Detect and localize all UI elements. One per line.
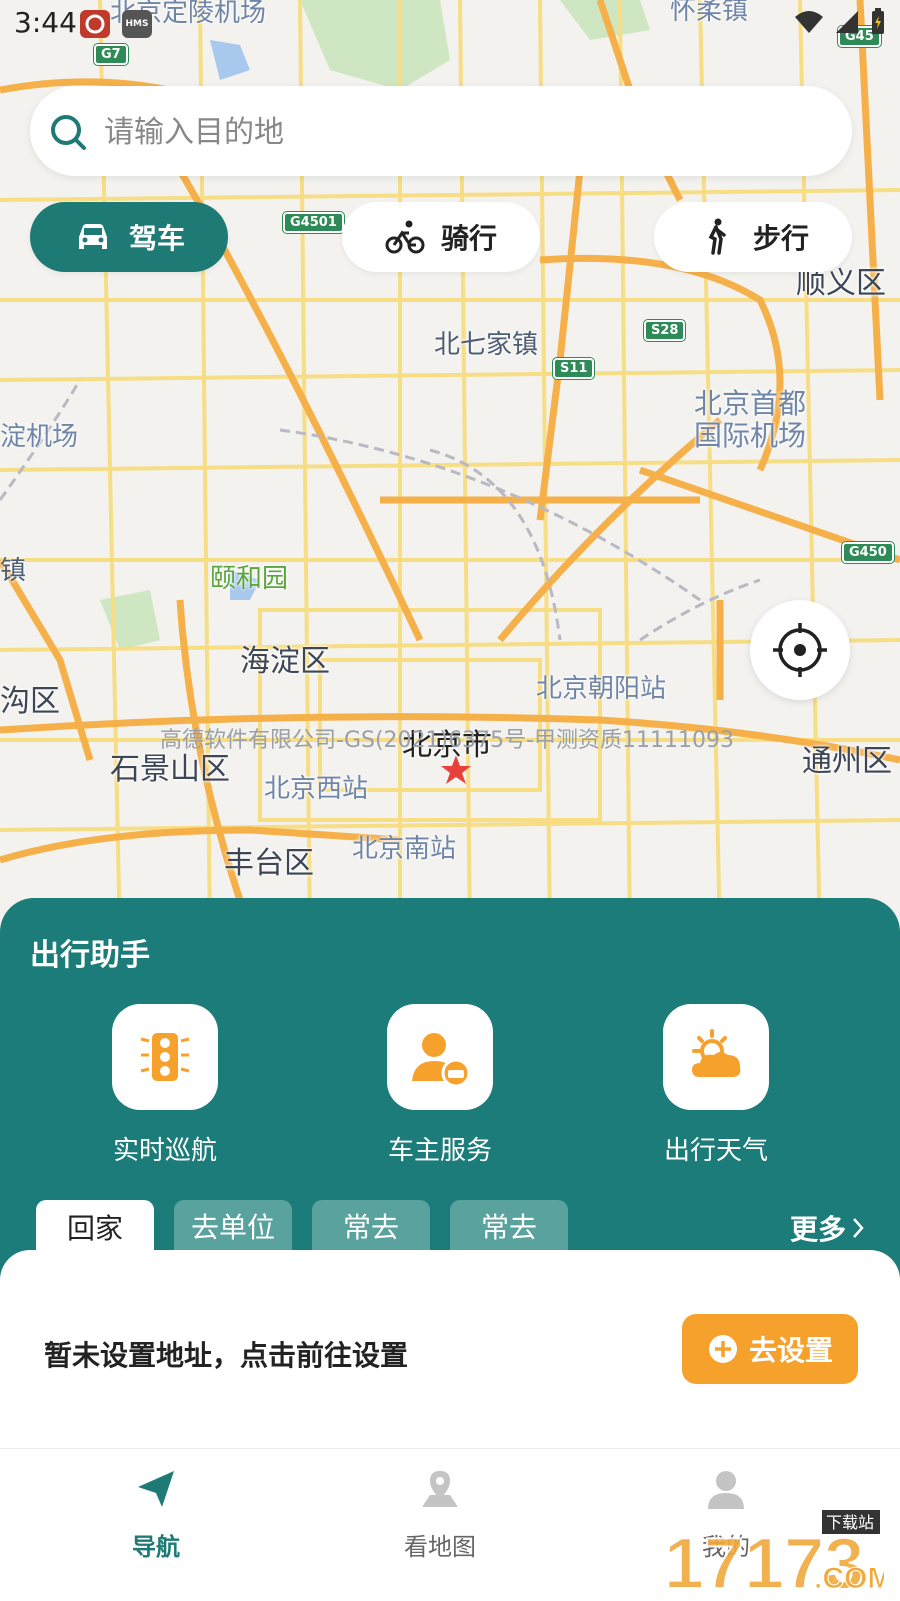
mode-walking-button[interactable]: 步行 xyxy=(654,202,852,272)
car-icon xyxy=(78,224,107,249)
plus-circle-icon xyxy=(708,1335,737,1363)
svg-text:下载站: 下载站 xyxy=(826,1513,874,1532)
more-link[interactable]: 更多 xyxy=(790,1208,866,1248)
signal-icon xyxy=(836,11,858,33)
go-settings-button[interactable]: 去设置 xyxy=(682,1314,858,1384)
map-label-fengtai: 丰台区 xyxy=(224,846,314,881)
traffic-light-icon xyxy=(140,1033,190,1081)
more-label: 更多 xyxy=(789,1213,846,1246)
navigation-arrow-icon xyxy=(138,1471,174,1507)
map-label-beiqijia: 北七家镇 xyxy=(434,330,539,360)
wifi-icon xyxy=(795,11,823,33)
search-input[interactable] xyxy=(102,106,806,158)
map-label-tongzhou: 通州区 xyxy=(802,744,892,779)
status-bar: 3:44 HMS xyxy=(0,0,900,50)
tool-travel-weather[interactable]: 出行天气 xyxy=(616,1004,816,1167)
locate-icon xyxy=(773,623,827,677)
map-copyright: 高德软件有限公司-GS(2021)6375号-甲测资质11111093 xyxy=(160,728,735,753)
tab-work[interactable]: 去单位 xyxy=(174,1200,292,1252)
map-label-south-station: 北京南站 xyxy=(352,834,457,864)
mode-cycling-button[interactable]: 骑行 xyxy=(342,202,540,272)
map-label-zhen: 镇 xyxy=(0,556,27,586)
search-icon xyxy=(51,115,86,150)
tool-icon-box xyxy=(387,1004,493,1110)
battery-icon xyxy=(872,8,884,34)
weather-icon xyxy=(692,1029,741,1077)
map-label-haidian: 海淀区 xyxy=(240,644,330,679)
road-badge-s28: S28 xyxy=(644,320,686,341)
mode-walking-label: 步行 xyxy=(752,222,809,255)
map-label-chaoyang-station: 北京朝阳站 xyxy=(536,674,667,704)
map-pin-icon xyxy=(422,1471,458,1507)
hms-icon: HMS xyxy=(122,10,152,38)
tool-icon-box xyxy=(112,1004,218,1110)
car-owner-icon xyxy=(412,1033,471,1088)
road-badge-g4501: G4501 xyxy=(283,212,344,233)
tool-label-weather: 出行天气 xyxy=(663,1136,768,1166)
status-indicators xyxy=(794,8,886,36)
map-label-airport-line2: 国际机场 xyxy=(694,419,807,452)
svg-text:.COM: .COM xyxy=(814,1562,884,1595)
mode-driving-label: 驾车 xyxy=(128,222,185,255)
chevron-right-icon xyxy=(853,1218,864,1238)
mode-driving-button[interactable]: 驾车 xyxy=(30,202,228,272)
map-label-yiheyuan: 颐和园 xyxy=(210,564,289,594)
tool-car-owner-service[interactable]: 车主服务 xyxy=(340,1004,540,1167)
address-message: 暂未设置地址，点击前往设置 xyxy=(44,1339,409,1372)
tool-realtime-cruise[interactable]: 实时巡航 xyxy=(65,1004,265,1167)
address-card: 暂未设置地址，点击前往设置 去设置 xyxy=(0,1250,900,1450)
bicycle-icon xyxy=(385,220,425,254)
road-badge-g450: G450 xyxy=(842,542,894,563)
address-tabs: 回家 去单位 常去 常去 xyxy=(36,1200,568,1254)
tool-icon-box xyxy=(663,1004,769,1110)
site-watermark-logo: 17173 下载站 .COM xyxy=(664,1510,884,1598)
locate-button[interactable] xyxy=(750,600,850,700)
tool-label-owner: 车主服务 xyxy=(387,1136,492,1166)
walking-icon xyxy=(708,218,726,255)
nav-label-map: 看地图 xyxy=(404,1533,476,1561)
tab-frequent-2[interactable]: 常去 xyxy=(450,1200,568,1252)
tool-label-cruise: 实时巡航 xyxy=(112,1136,217,1166)
panel-title: 出行助手 xyxy=(30,938,150,973)
go-settings-label: 去设置 xyxy=(748,1334,833,1367)
app-notification-icon xyxy=(80,10,110,38)
mode-cycling-label: 骑行 xyxy=(440,222,497,255)
map-label-west-station: 北京西站 xyxy=(264,774,369,804)
nav-navigation[interactable]: 导航 xyxy=(56,1467,256,1562)
nav-label-navigation: 导航 xyxy=(132,1533,180,1561)
nav-view-map[interactable]: 看地图 xyxy=(340,1467,540,1562)
road-badge-s11: S11 xyxy=(553,358,595,379)
tab-frequent-1[interactable]: 常去 xyxy=(312,1200,430,1252)
status-time: 3:44 xyxy=(14,6,77,39)
tab-home[interactable]: 回家 xyxy=(36,1200,154,1254)
map-label-mentougou: 沟区 xyxy=(0,684,60,719)
map-label-haidian-airport: 淀机场 xyxy=(0,422,79,452)
search-bar[interactable] xyxy=(30,86,852,176)
